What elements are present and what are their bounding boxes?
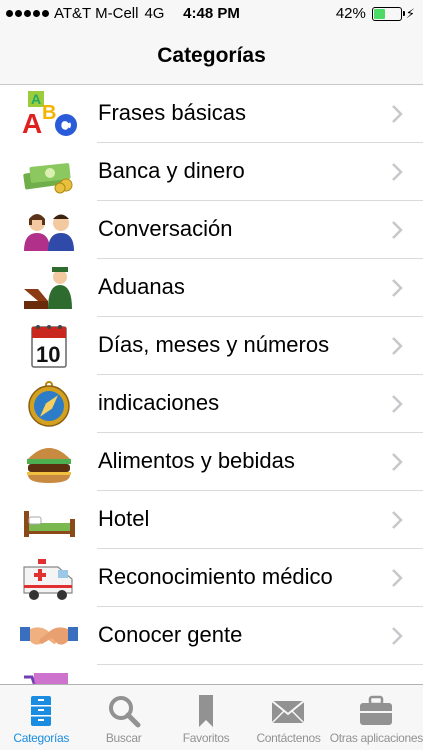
category-row-indicaciones[interactable]: indicaciones (0, 375, 423, 433)
chevron-right-icon (392, 395, 403, 413)
category-row-compras[interactable] (0, 665, 423, 684)
chevron-right-icon (392, 221, 403, 239)
tab-label: Categorías (13, 731, 70, 745)
category-row-alimentos-y-bebidas[interactable]: Alimentos y bebidas (0, 433, 423, 491)
compass-icon (20, 379, 78, 429)
search-icon (108, 696, 141, 728)
category-label: Banca y dinero (98, 158, 245, 183)
chevron-right-icon (392, 511, 403, 529)
handshake-icon (20, 611, 78, 661)
burger-icon (20, 437, 78, 487)
battery-percent: 42% (335, 5, 366, 22)
chevron-right-icon (392, 337, 403, 355)
briefcase-icon (360, 695, 393, 725)
chevron-right-icon (392, 105, 403, 123)
network-type: 4G (144, 5, 165, 22)
tab-contactenos[interactable]: Contáctenos (247, 685, 329, 750)
tab-label: Contáctenos (256, 731, 321, 745)
category-label: Hotel (98, 506, 150, 531)
chevron-right-icon (392, 627, 403, 645)
category-label: Alimentos y bebidas (98, 448, 295, 473)
category-label: Aduanas (98, 274, 185, 299)
status-bar: AT&T M-Cell 4G 4:48 PM 42% ⚡ (0, 0, 423, 28)
svg-text:B: B (42, 102, 56, 124)
category-row-conocer-gente[interactable]: Conocer gente (0, 607, 423, 665)
status-right: 42% ⚡ (336, 5, 415, 22)
categories-icon (31, 696, 52, 726)
customs-officer-icon (20, 263, 78, 313)
navigation-bar: Categorías (0, 28, 423, 85)
svg-text:A: A (22, 108, 42, 139)
tab-label: Otras aplicaciones (329, 731, 423, 745)
bed-icon (20, 495, 78, 545)
category-row-aduanas[interactable]: Aduanas (0, 259, 423, 317)
svg-text:A: A (31, 91, 41, 107)
carrier-name: AT&T M-Cell (54, 5, 139, 22)
tab-favoritos[interactable]: Favoritos (165, 685, 247, 750)
category-row-conversacion[interactable]: Conversación (0, 201, 423, 259)
svg-text:C: C (58, 116, 71, 136)
signal-strength-icon (6, 10, 49, 17)
tab-label: Favoritos (182, 731, 230, 745)
chevron-right-icon (392, 163, 403, 181)
category-row-reconocimiento-medico[interactable]: Reconocimiento médico (0, 549, 423, 607)
tab-buscar[interactable]: Buscar (82, 685, 164, 750)
tab-label: Buscar (105, 731, 142, 745)
category-label: Conversación (98, 216, 233, 241)
category-label: indicaciones (98, 390, 220, 415)
abc-blocks-icon: A A B C (20, 89, 78, 139)
category-row-banca-y-dinero[interactable]: Banca y dinero (0, 143, 423, 201)
chevron-right-icon (392, 453, 403, 471)
chevron-right-icon (392, 569, 403, 587)
charging-bolt-icon: ⚡ (405, 5, 415, 21)
envelope-icon (271, 700, 306, 724)
chevron-right-icon (392, 279, 403, 297)
calendar-icon: 10 (20, 321, 78, 371)
category-label: Conocer gente (98, 622, 243, 647)
battery-fill (373, 8, 385, 19)
status-left: AT&T M-Cell 4G (6, 5, 170, 22)
ambulance-icon (20, 553, 78, 603)
category-row-hotel[interactable]: Hotel (0, 491, 423, 549)
category-list[interactable]: A A B C Frases básicas Banca y dinero Co… (0, 85, 423, 684)
money-icon (20, 147, 78, 197)
page-title: Categorías (157, 44, 266, 67)
svg-text:10: 10 (36, 342, 60, 367)
battery-icon (371, 6, 405, 21)
category-label: Reconocimiento médico (98, 564, 333, 589)
category-row-frases-basicas[interactable]: A A B C Frases básicas (0, 85, 423, 143)
tab-otras-aplicaciones[interactable]: Otras aplicaciones (330, 685, 423, 750)
category-label: Días, meses y números (98, 332, 330, 357)
tab-bar: Categorías Buscar Favoritos Contáctenos … (0, 684, 423, 750)
bookmark-icon (199, 695, 214, 727)
people-talking-icon (20, 205, 78, 255)
category-label: Frases básicas (98, 100, 246, 125)
shopping-cart-icon (20, 669, 78, 684)
tab-categorias[interactable]: Categorías (0, 685, 82, 750)
category-row-dias-meses-numeros[interactable]: 10 Días, meses y números (0, 317, 423, 375)
